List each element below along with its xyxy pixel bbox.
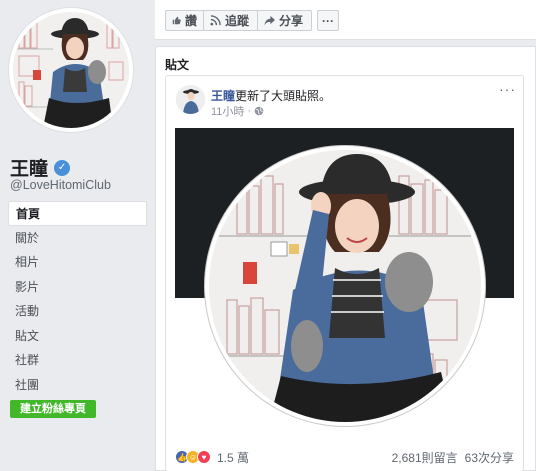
post-action-text: 更新了大頭貼照。 <box>235 89 332 103</box>
follow-label: 追蹤 <box>225 14 250 28</box>
nav-item-about[interactable]: 關於 <box>8 226 147 251</box>
page-name[interactable]: 王瞳 ✓ <box>10 154 71 181</box>
posts-section-title: 貼文 <box>165 58 190 72</box>
verified-badge-icon: ✓ <box>54 159 71 176</box>
nav-item-events[interactable]: 活動 <box>8 299 147 324</box>
thumbs-up-icon <box>172 16 181 25</box>
post-author-line: 王瞳更新了大頭貼照。 <box>211 87 331 104</box>
engagement-counts: 2,681則留言 63次分享 <box>392 449 514 466</box>
comments-count[interactable]: 2,681則留言 <box>392 449 458 466</box>
nav-item-community[interactable]: 社群 <box>8 348 147 373</box>
globe-icon <box>254 106 264 116</box>
post-meta: 11小時 · <box>211 103 264 119</box>
reactions-summary[interactable]: 👍 ☺ ♥ 1.5 萬 <box>175 449 249 466</box>
profile-photo-large <box>205 146 485 426</box>
nav-item-videos[interactable]: 影片 <box>8 275 147 300</box>
left-column: 王瞳 ✓ @LoveHitomiClub 首頁 關於 相片 影片 活動 貼文 社… <box>0 0 155 471</box>
follow-button[interactable]: 追蹤 <box>203 10 258 31</box>
nav-item-groups[interactable]: 社團 <box>8 373 147 398</box>
post-author-avatar[interactable] <box>176 85 205 114</box>
post-menu-button[interactable]: ··· <box>499 81 516 97</box>
nav-item-posts[interactable]: 貼文 <box>8 324 147 349</box>
more-options-button[interactable]: ··· <box>317 10 339 31</box>
profile-photo <box>13 12 129 128</box>
reaction-icons: 👍 ☺ ♥ <box>175 450 211 464</box>
reactions-count: 1.5 萬 <box>217 450 250 465</box>
nav-item-photos[interactable]: 相片 <box>8 250 147 275</box>
share-button[interactable]: 分享 <box>257 10 312 31</box>
create-page-button[interactable]: 建立粉絲專頁 <box>10 400 96 418</box>
post-author-name[interactable]: 王瞳 <box>211 89 235 103</box>
page-action-bar: 讚 追蹤 分享 ··· <box>155 0 536 40</box>
page-nav: 首頁 關於 相片 影片 活動 貼文 社群 社團 <box>8 201 147 397</box>
like-label: 讚 <box>184 14 197 28</box>
post-footer: 👍 ☺ ♥ 1.5 萬 2,681則留言 63次分享 <box>175 448 514 466</box>
profile-picture[interactable] <box>9 8 133 132</box>
post-image[interactable] <box>175 128 514 440</box>
meta-dot: · <box>247 105 252 117</box>
page-name-text: 王瞳 <box>10 159 49 180</box>
post-time[interactable]: 11小時 <box>211 103 244 119</box>
share-label: 分享 <box>279 14 304 28</box>
like-button[interactable]: 讚 <box>165 10 204 31</box>
share-arrow-icon <box>264 15 275 26</box>
posts-section: 貼文 王瞳更新了大頭貼照。 11小時 · ··· 👍 ☺ ♥ 1.5 萬 2,6… <box>155 46 536 471</box>
page-username: @LoveHitomiClub <box>10 178 111 192</box>
love-reaction-icon: ♥ <box>197 450 211 464</box>
post-card: 王瞳更新了大頭貼照。 11小時 · ··· 👍 ☺ ♥ 1.5 萬 2,681則… <box>165 75 524 471</box>
shares-count[interactable]: 63次分享 <box>465 449 514 466</box>
rss-icon <box>210 15 221 26</box>
nav-item-home[interactable]: 首頁 <box>8 201 147 226</box>
